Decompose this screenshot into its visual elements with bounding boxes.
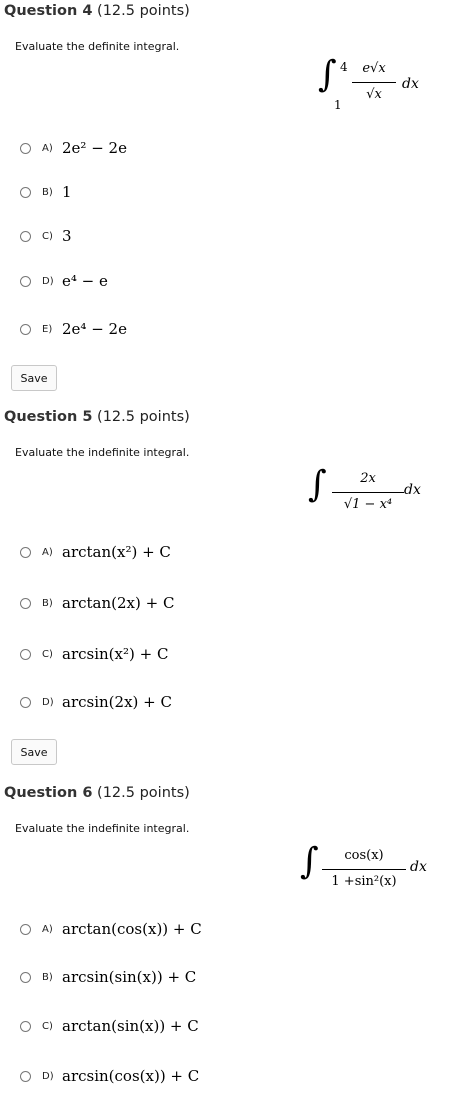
integrand-numerator: cos(x) (344, 848, 384, 863)
option-answer: arctan(sin(x)) + C (62, 1017, 199, 1035)
option-b[interactable]: B) arctan(2x) + C (20, 593, 174, 613)
radio-button[interactable] (20, 923, 31, 935)
option-a[interactable]: A) arctan(cos(x)) + C (20, 919, 202, 939)
radio-button[interactable] (20, 597, 31, 609)
integral-sign: ∫ (300, 841, 319, 882)
integrand-fraction: e√x √x (352, 60, 396, 104)
integral-differential: dx (404, 482, 421, 498)
radio-button[interactable] (20, 648, 31, 660)
option-b[interactable]: B) arcsin(sin(x)) + C (20, 967, 196, 987)
option-answer: arctan(x²) + C (62, 543, 171, 561)
save-button[interactable]: Save (11, 365, 57, 391)
integrand-numerator: 2x (360, 471, 376, 486)
option-answer: arctan(2x) + C (62, 594, 175, 612)
option-d[interactable]: D) arcsin(2x) + C (20, 692, 172, 712)
option-answer: 2e⁴ − 2e (62, 320, 127, 338)
option-d[interactable]: D) arcsin(cos(x)) + C (20, 1066, 199, 1086)
question-points: (12.5 points) (97, 785, 190, 801)
radio-button[interactable] (20, 1070, 31, 1082)
question-title: Question 4 (12.5 points) (4, 3, 190, 19)
option-d[interactable]: D) e⁴ − e (20, 271, 108, 291)
integrand-numerator: e√x (362, 61, 386, 76)
integral-differential: dx (410, 859, 427, 875)
option-answer: arcsin(2x) + C (62, 693, 172, 711)
radio-button[interactable] (20, 696, 31, 708)
integrand-fraction: 2x √1 − x⁴ (332, 470, 404, 514)
integrand-fraction: cos(x) 1 +sin²(x) (322, 847, 406, 891)
radio-button[interactable] (20, 230, 31, 242)
option-answer: e⁴ − e (62, 272, 108, 290)
radio-button[interactable] (20, 323, 31, 335)
radio-button[interactable] (20, 186, 31, 198)
question-instruction: Evaluate the definite integral. (15, 40, 180, 53)
integral-formula: ∫ 4 1 e√x √x dx (318, 54, 428, 114)
radio-button[interactable] (20, 142, 31, 154)
integral-sign: ∫ (308, 464, 327, 505)
integral-differential: dx (402, 76, 419, 92)
integral-sign: ∫ (318, 54, 337, 95)
option-answer: arcsin(sin(x)) + C (62, 968, 197, 986)
question-points: (12.5 points) (97, 409, 190, 425)
radio-button[interactable] (20, 1020, 31, 1032)
option-b[interactable]: B) 1 (20, 182, 72, 202)
question-points: (12.5 points) (97, 3, 190, 19)
option-answer: 2e² − 2e (62, 139, 127, 157)
radio-button[interactable] (20, 275, 31, 287)
question-instruction: Evaluate the indefinite integral. (15, 822, 190, 835)
question-number: Question 6 (4, 785, 93, 801)
question-number: Question 4 (4, 3, 93, 19)
integrand-denominator: 1 +sin²(x) (331, 874, 397, 889)
option-answer: arctan(cos(x)) + C (62, 920, 202, 938)
radio-button[interactable] (20, 546, 31, 558)
option-a[interactable]: A) 2e² − 2e (20, 138, 127, 158)
integrand-denominator: √x (366, 87, 382, 102)
integral-formula: ∫ cos(x) 1 +sin²(x) dx (300, 841, 440, 901)
integral-formula: ∫ 2x √1 − x⁴ dx (308, 464, 438, 524)
question-instruction: Evaluate the indefinite integral. (15, 446, 190, 459)
option-a[interactable]: A) arctan(x²) + C (20, 542, 171, 562)
integral-upper-limit: 4 (340, 60, 348, 74)
option-answer: arcsin(x²) + C (62, 645, 169, 663)
option-c[interactable]: C) arcsin(x²) + C (20, 644, 168, 664)
option-c[interactable]: C) 3 (20, 226, 72, 246)
integrand-denominator: √1 − x⁴ (343, 497, 393, 512)
option-c[interactable]: C) arctan(sin(x)) + C (20, 1016, 199, 1036)
question-title: Question 6 (12.5 points) (4, 785, 190, 801)
question-number: Question 5 (4, 409, 93, 425)
save-button[interactable]: Save (11, 739, 57, 765)
option-answer: 1 (62, 183, 72, 201)
option-answer: arcsin(cos(x)) + C (62, 1067, 200, 1085)
integral-lower-limit: 1 (334, 98, 342, 112)
question-title: Question 5 (12.5 points) (4, 409, 190, 425)
option-answer: 3 (62, 227, 72, 245)
radio-button[interactable] (20, 971, 31, 983)
option-e[interactable]: E) 2e⁴ − 2e (20, 319, 127, 339)
